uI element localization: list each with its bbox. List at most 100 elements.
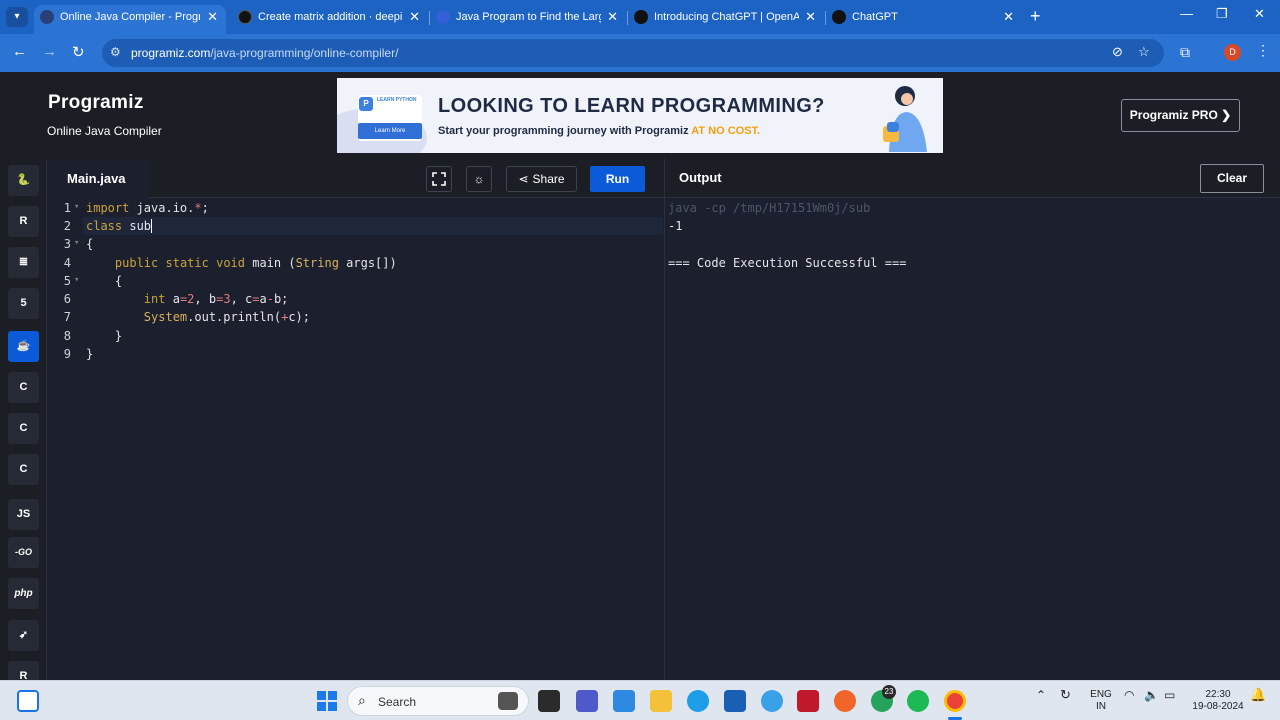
clock-date: 19-08-2024 [1192,701,1244,712]
run-button[interactable]: Run [590,166,645,192]
code-line-8: } [86,329,123,343]
lang-rust-icon[interactable]: R [8,661,39,680]
browser-tabstrip: ▾ Online Java Compiler - Program ✕ Creat… [0,0,1280,34]
clock-time: 22:30 [1205,689,1231,700]
browser-tab-introducing-chatgpt[interactable]: Introducing ChatGPT | OpenAI ✕ [628,5,824,34]
file-explorer-icon[interactable] [650,690,672,712]
current-line-highlight [83,217,663,235]
lang-cpp-icon[interactable]: C [8,413,39,444]
theme-toggle-button[interactable]: ☼ [466,166,492,192]
site-settings-icon[interactable]: ⚙ [110,45,121,59]
lang-go-icon[interactable]: -GO [8,537,39,568]
edge-icon[interactable] [687,690,709,712]
learn-python-logo-icon: P [359,97,373,111]
line-number: 1 [63,201,71,215]
sun-icon: ☼ [473,172,485,186]
lang-html-icon[interactable]: 5 [8,288,39,319]
lang-php-icon[interactable]: php [8,578,39,609]
store-icon[interactable] [724,690,746,712]
url-text[interactable]: programiz.com/java-programming/online-co… [131,46,398,60]
tab-title: Online Java Compiler - Program [60,11,200,23]
language-indicator[interactable]: ENG IN [1090,689,1112,713]
battery-icon[interactable]: ▭ [1164,689,1175,701]
forward-icon[interactable]: → [42,43,57,60]
wifi-icon[interactable]: ◠ [1124,689,1134,701]
tab-title: Introducing ChatGPT | OpenAI [654,11,799,23]
weather-icon[interactable] [761,690,783,712]
browser-tab-online-java[interactable]: Online Java Compiler - Program ✕ [34,5,226,34]
back-icon[interactable]: ← [12,43,27,60]
line-number: 6 [63,292,71,306]
close-tab-icon[interactable]: ✕ [1003,5,1014,29]
chatgpt-favicon-icon [832,10,846,24]
tab-title: Java Program to Find the Large [456,11,601,23]
tab-title: ChatGPT [852,11,898,23]
close-window-icon[interactable]: ✕ [1254,6,1265,22]
bookmark-star-icon[interactable]: ☆ [1138,44,1150,60]
profile-avatar[interactable]: D [1224,44,1241,61]
language-bottom: IN [1096,701,1106,712]
widgets-icon[interactable] [17,690,39,712]
show-hidden-icons-icon[interactable]: ⌃ [1036,689,1046,701]
lang-csharp-icon[interactable]: C [8,454,39,485]
close-tab-icon[interactable]: ✕ [805,5,816,29]
browser-tab-matrix[interactable]: Create matrix addition · deepik ✕ [232,5,428,34]
code-line-1: import java.io.*; [86,201,209,215]
close-tab-icon[interactable]: ✕ [607,5,618,29]
browser-tab-find-largest[interactable]: Java Program to Find the Large ✕ [430,5,626,34]
github-favicon-icon [238,10,252,24]
fold-arrow-icon[interactable]: ▾ [74,238,79,248]
lang-swift-icon[interactable]: ➶ [8,620,39,651]
lang-javascript-icon[interactable]: JS [8,499,39,530]
task-view-icon[interactable] [538,690,560,712]
minimize-icon[interactable]: — [1180,6,1193,21]
no-tracking-icon[interactable]: ⊘ [1112,44,1123,60]
browser-tab-chatgpt[interactable]: ChatGPT ✕ [826,5,1022,34]
programiz-pro-button[interactable]: Programiz PRO ❯ [1121,99,1240,132]
promo-banner[interactable]: P LEARN PYTHON Learn More LOOKING TO LEA… [337,78,943,153]
address-bar[interactable]: ⚙ programiz.com/java-programming/online-… [102,39,1164,67]
clock[interactable]: 22:30 19-08-2024 [1188,689,1248,713]
lang-c-icon[interactable]: C [8,372,39,403]
windows-start-icon[interactable] [316,690,338,712]
editor-toolbar: Main.java ☼ ⋖ Share Run [47,159,664,198]
new-tab-button[interactable]: + [1030,6,1041,26]
maximize-icon[interactable]: ❐ [1216,6,1228,22]
sync-icon[interactable]: ↻ [1060,688,1071,701]
code-line-7: System.out.println(+c); [143,310,310,324]
close-tab-icon[interactable]: ✕ [207,5,218,29]
lang-sql-icon[interactable]: ≣ [8,247,39,278]
volume-icon[interactable]: 🔈 [1144,689,1159,701]
notifications-bell-icon[interactable]: 🔔 [1250,688,1266,701]
app-icon[interactable] [613,690,635,712]
chrome-icon[interactable] [944,690,966,712]
teams-icon[interactable] [576,690,598,712]
reload-icon[interactable]: ↻ [72,43,85,61]
url-host: programiz.com [131,46,211,60]
browser-menu-icon[interactable]: ⋮ [1256,42,1270,59]
extensions-icon[interactable]: ⧉ [1180,44,1190,61]
close-tab-icon[interactable]: ✕ [409,5,420,29]
taskbar-search[interactable]: ⌕ Search [347,686,529,716]
fullscreen-button[interactable] [426,166,452,192]
lang-python-icon[interactable]: 🐍 [8,165,39,196]
code-line-3: { [86,237,94,251]
share-button[interactable]: ⋖ Share [506,166,577,192]
spotify-icon[interactable] [907,690,929,712]
code-editor[interactable]: 1 2 3 4 5 6 7 8 9 ▾ ▾ ▾ import java.io.*… [47,198,664,680]
fold-arrow-icon[interactable]: ▾ [74,202,79,212]
browser-toolbar: ← → ↻ ⚙ programiz.com/java-programming/o… [0,34,1280,72]
programiz-logo[interactable]: Programiz [48,92,144,114]
mcafee-icon[interactable] [797,690,819,712]
file-tab-main-java[interactable]: Main.java [47,159,148,198]
lang-r-icon[interactable]: R [8,206,39,237]
firefox-icon[interactable] [834,690,856,712]
clear-button[interactable]: Clear [1200,164,1264,193]
fold-arrow-icon[interactable]: ▾ [74,275,79,285]
learn-more-button[interactable]: Learn More [358,123,422,139]
windows-logo-icon [317,691,337,711]
lang-java-icon[interactable]: ☕ [8,331,39,362]
line-number: 4 [63,256,71,270]
tab-search-icon[interactable]: ▾ [6,7,28,27]
share-label: Share [532,172,565,186]
